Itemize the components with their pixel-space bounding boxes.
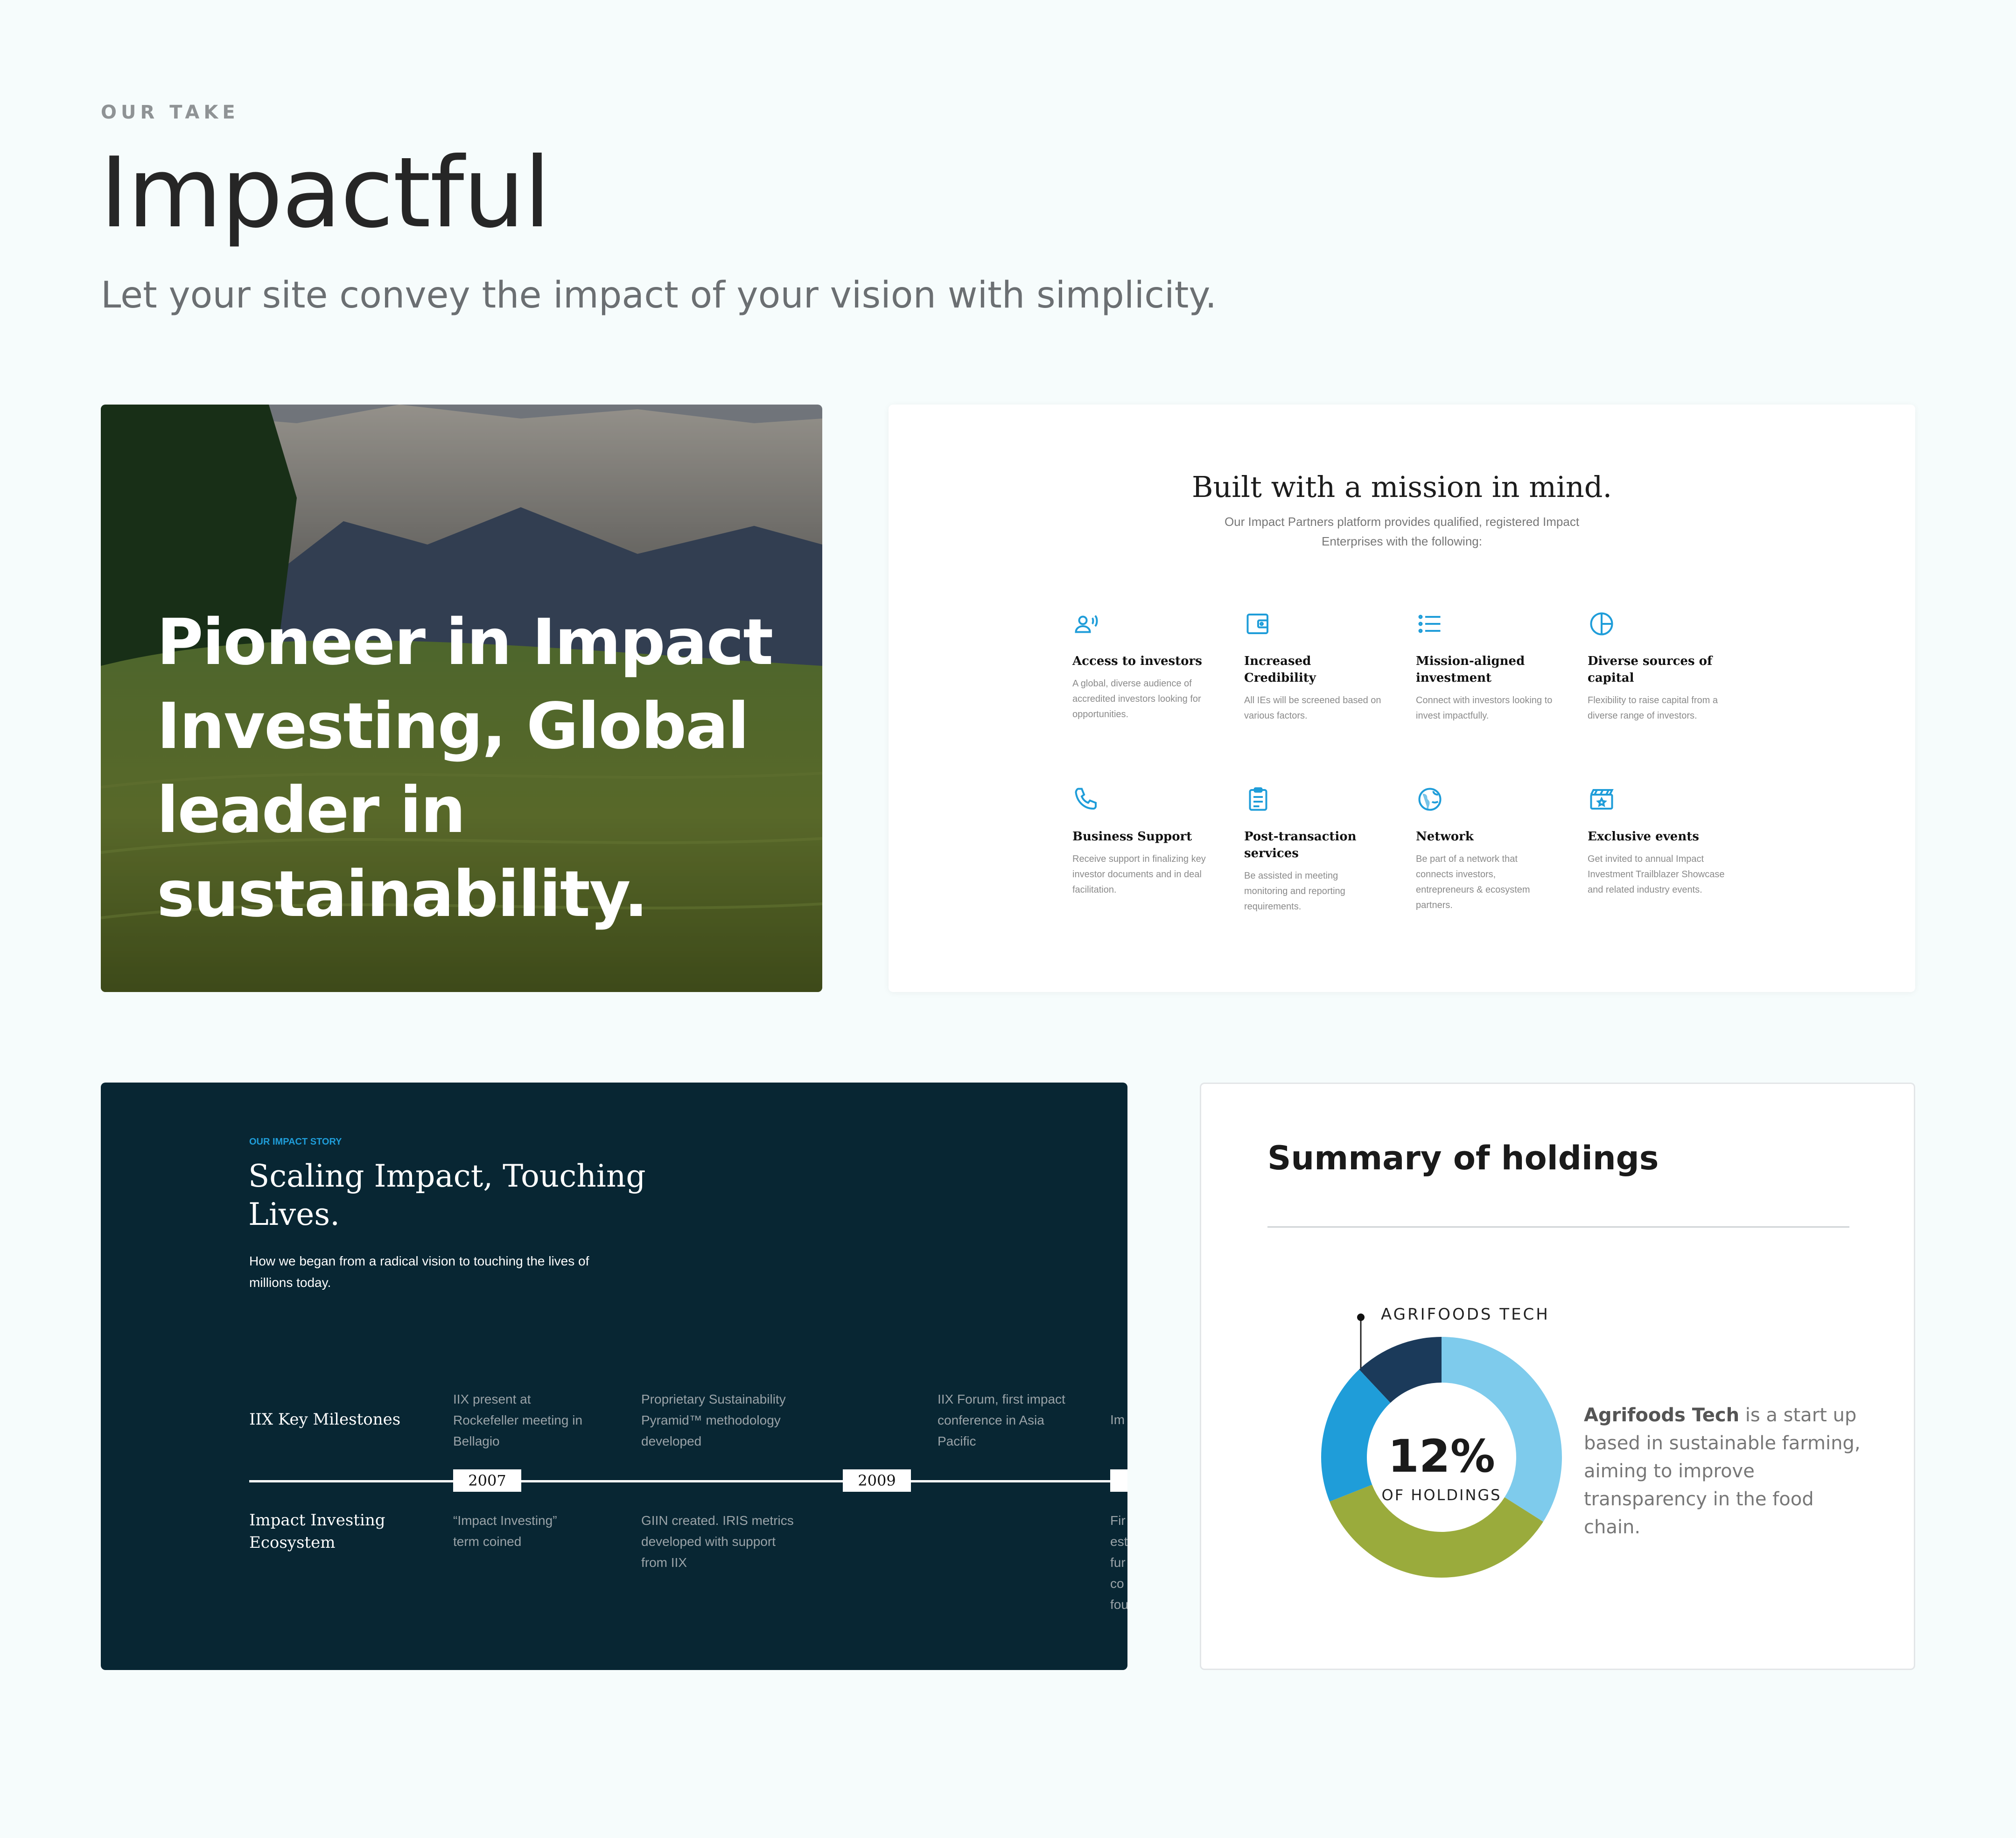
- ecosystem-item: GIIN created. IRIS metrics developed wit…: [641, 1513, 794, 1570]
- feature-post-transaction-services: Post-transaction services Be assisted in…: [1244, 785, 1384, 915]
- feature-mission-aligned-investment: Mission-aligned investment Connect with …: [1416, 610, 1556, 724]
- segment-label: AGRIFOODS TECH: [1381, 1305, 1550, 1324]
- feature-description: Be assisted in meeting monitoring and re…: [1244, 871, 1345, 912]
- feature-exclusive-events: Exclusive events Get invited to annual I…: [1588, 785, 1728, 898]
- globe-icon: [1418, 788, 1442, 811]
- feature-network: Network Be part of a network that connec…: [1416, 785, 1556, 913]
- feature-access-to-investors: Access to investors A global, diverse au…: [1072, 610, 1212, 722]
- impact-story-card: OUR IMPACT STORY Scaling Impact, Touchin…: [101, 1083, 1127, 1670]
- mission-card: Built with a mission in mind. Our Impact…: [889, 405, 1915, 992]
- feature-title: Increased Credibility: [1244, 654, 1316, 685]
- hero-statement: Pioneer in Impact Investing, Global lead…: [157, 606, 773, 931]
- feature-title: Post-transaction services: [1244, 830, 1357, 860]
- feature-title: Access to investors: [1072, 654, 1202, 668]
- milestone-item-clipped: Im pla: [1110, 1412, 1127, 1427]
- segment-leader-dot: [1357, 1314, 1365, 1321]
- holdings-percent-caption: OF HOLDINGS: [1381, 1486, 1502, 1504]
- phone-icon: [1075, 788, 1097, 810]
- feature-description: All IEs will be screened based on variou…: [1244, 695, 1381, 721]
- timeline-line: [249, 1480, 1127, 1482]
- feature-diverse-sources-of-capital: Diverse sources of capital Flexibility t…: [1588, 610, 1728, 724]
- story-description: How we began from a radical vision to to…: [249, 1254, 589, 1290]
- ecosystem-row-label: Impact Investing Ecosystem: [249, 1511, 385, 1552]
- feature-description: Connect with investors looking to invest…: [1416, 695, 1553, 721]
- wallet-icon: [1246, 614, 1268, 634]
- feature-business-support: Business Support Receive support in fina…: [1072, 785, 1212, 898]
- story-title: Scaling Impact, Touching Lives.: [248, 1158, 646, 1232]
- milestones-row-label: IIX Key Milestones: [249, 1410, 401, 1429]
- holdings-description: Agrifoods Tech is a start up based in su…: [1584, 1401, 1873, 1541]
- feature-title: Exclusive events: [1588, 830, 1699, 844]
- hero-photo-card: Pioneer in Impact Investing, Global lead…: [101, 405, 822, 992]
- timeline-year[interactable]: 2009: [843, 1469, 911, 1492]
- clapperboard-icon: [1590, 789, 1614, 810]
- feature-description: Be part of a network that connects inves…: [1416, 854, 1530, 910]
- feature-description: A global, diverse audience of accredited…: [1072, 678, 1201, 720]
- feature-description: Receive support in finalizing key invest…: [1072, 854, 1206, 895]
- mission-description: Our Impact Partners platform provides qu…: [1224, 515, 1580, 548]
- feature-increased-credibility: Increased Credibility All IEs will be sc…: [1244, 610, 1384, 724]
- ecosystem-item: “Impact Investing” term coined: [453, 1513, 557, 1549]
- timeline-year-clipped[interactable]: [1110, 1469, 1127, 1492]
- pie-chart-icon: [1590, 612, 1613, 636]
- feature-description: Get invited to annual Impact Investment …: [1588, 854, 1725, 895]
- ecosystem-item-clipped: Fir est fur co fou: [1110, 1513, 1127, 1612]
- milestone-item: IIX present at Rockefeller meeting in Be…: [453, 1392, 583, 1448]
- milestone-item: Proprietary Sustainability Pyramid™ meth…: [641, 1392, 786, 1448]
- milestone-item: IIX Forum, first impact conference in As…: [938, 1392, 1065, 1448]
- feature-title: Business Support: [1072, 830, 1192, 844]
- feature-description: Flexibility to raise capital from a dive…: [1588, 695, 1718, 721]
- section-eyebrow: OUR TAKE: [101, 102, 239, 123]
- clipboard-icon: [1249, 787, 1267, 811]
- list-icon: [1418, 615, 1441, 633]
- page-subtitle: Let your site convey the impact of your …: [101, 274, 1217, 316]
- holdings-percent: 12%: [1388, 1430, 1495, 1482]
- feature-title: Network: [1416, 830, 1474, 844]
- timeline-year[interactable]: 2007: [453, 1469, 521, 1492]
- feature-title: Mission-aligned investment: [1416, 654, 1525, 685]
- person-voice-icon: [1075, 615, 1098, 633]
- feature-title: Diverse sources of capital: [1588, 654, 1713, 685]
- story-eyebrow: OUR IMPACT STORY: [249, 1137, 342, 1147]
- page-title: Impactful: [100, 137, 551, 250]
- holdings-card: Summary of holdings AGRIFOODS TECH 12% O…: [1200, 1083, 1915, 1670]
- holdings-donut-chart: [1321, 1314, 1562, 1578]
- holdings-description-bold: Agrifoods Tech: [1584, 1405, 1740, 1426]
- mission-title: Built with a mission in mind.: [1191, 470, 1612, 504]
